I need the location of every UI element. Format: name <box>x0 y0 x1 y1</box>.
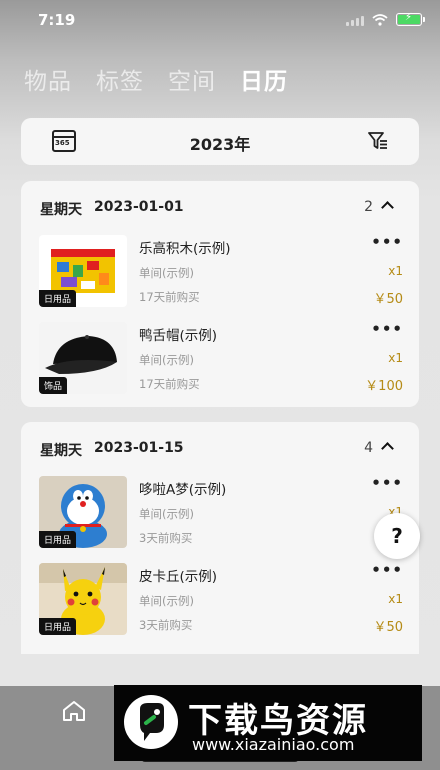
item-purchase-time: 3天前购买 <box>139 618 193 632</box>
item-quantity: x1 <box>388 351 403 365</box>
status-icons: ⚡ <box>346 12 425 26</box>
item-name: 哆啦A梦(示例) <box>139 482 227 498</box>
tab-tags[interactable]: 标签 <box>96 62 144 96</box>
day-weekday: 星期天 <box>40 202 82 218</box>
filter-icon[interactable] <box>367 131 389 151</box>
watermark-banner: 下载鸟资源 www.xiazainiao.com <box>114 685 422 761</box>
more-icon[interactable]: ••• <box>371 320 403 338</box>
more-icon[interactable]: ••• <box>371 561 403 579</box>
lego-box-image: 日用品 <box>39 235 127 307</box>
item-room: 单间(示例) <box>139 594 194 608</box>
bird-logo-icon <box>124 695 178 749</box>
day-header: 星期天 2023-01-01 <box>40 199 184 219</box>
day-date: 2023-01-01 <box>94 199 184 215</box>
item-room: 单间(示例) <box>139 353 194 367</box>
top-tabs: 物品 标签 空间 日历 <box>24 62 288 96</box>
item-quantity: x1 <box>388 592 403 606</box>
signal-icon <box>346 14 364 26</box>
list-item[interactable]: 日用品 哆啦A梦(示例) 单间(示例) 3天前购买 ••• x1 <box>39 474 403 548</box>
year-bar: 365 2023年 <box>21 118 419 165</box>
list-item[interactable]: 日用品 乐高积木(示例) 单间(示例) 17天前购买 ••• x1 ￥50 <box>39 233 403 307</box>
help-button[interactable]: ? <box>374 513 420 559</box>
doraemon-plush-image: 日用品 <box>39 476 127 548</box>
list-item[interactable]: 饰品 鸭舌帽(示例) 单间(示例) 17天前购买 ••• x1 ￥100 <box>39 320 403 394</box>
item-purchase-time: 17天前购买 <box>139 290 200 304</box>
tab-spaces[interactable]: 空间 <box>168 62 216 96</box>
year-label[interactable]: 2023年 <box>21 131 419 155</box>
more-icon[interactable]: ••• <box>371 474 403 492</box>
item-price: ￥50 <box>373 620 403 635</box>
day-date: 2023-01-15 <box>94 440 184 456</box>
item-purchase-time: 17天前购买 <box>139 377 200 391</box>
day-card: 星期天 2023-01-01 2 日用品 乐高积木(示例) 单间(示例) 17天… <box>21 181 419 407</box>
list-item[interactable]: 日用品 皮卡丘(示例) 单间(示例) 3天前购买 ••• x1 ￥50 <box>39 561 403 635</box>
item-price: ￥50 <box>373 292 403 307</box>
day-card: 星期天 2023-01-15 4 日用品 哆啦A梦(示例) 单间(示例) 3天前… <box>21 422 419 654</box>
tab-items[interactable]: 物品 <box>24 62 72 96</box>
chevron-up-icon[interactable] <box>381 442 394 455</box>
chevron-up-icon[interactable] <box>381 201 394 214</box>
item-quantity: x1 <box>388 264 403 278</box>
day-item-count: 2 <box>364 199 373 215</box>
day-item-count: 4 <box>364 440 373 456</box>
item-purchase-time: 3天前购买 <box>139 531 193 545</box>
pikachu-plush-image: 日用品 <box>39 563 127 635</box>
watermark-url: www.xiazainiao.com <box>192 735 355 754</box>
item-name: 鸭舌帽(示例) <box>139 328 218 344</box>
battery-icon: ⚡ <box>396 12 425 26</box>
category-tag: 日用品 <box>39 290 77 307</box>
category-tag: 日用品 <box>39 618 77 635</box>
wifi-icon <box>372 13 388 26</box>
status-bar: 7:19 ⚡ <box>0 0 440 44</box>
day-weekday: 星期天 <box>40 443 82 459</box>
more-icon[interactable]: ••• <box>371 233 403 251</box>
category-tag: 日用品 <box>39 531 77 548</box>
category-tag: 饰品 <box>39 377 68 394</box>
item-room: 单间(示例) <box>139 507 194 521</box>
home-icon[interactable] <box>61 699 87 723</box>
day-header: 星期天 2023-01-15 <box>40 440 184 460</box>
item-name: 乐高积木(示例) <box>139 241 231 257</box>
item-price: ￥100 <box>365 379 403 394</box>
tab-calendar[interactable]: 日历 <box>240 62 288 96</box>
black-cap-image: 饰品 <box>39 322 127 394</box>
item-room: 单间(示例) <box>139 266 194 280</box>
item-name: 皮卡丘(示例) <box>139 569 218 585</box>
status-time: 7:19 <box>38 11 76 29</box>
